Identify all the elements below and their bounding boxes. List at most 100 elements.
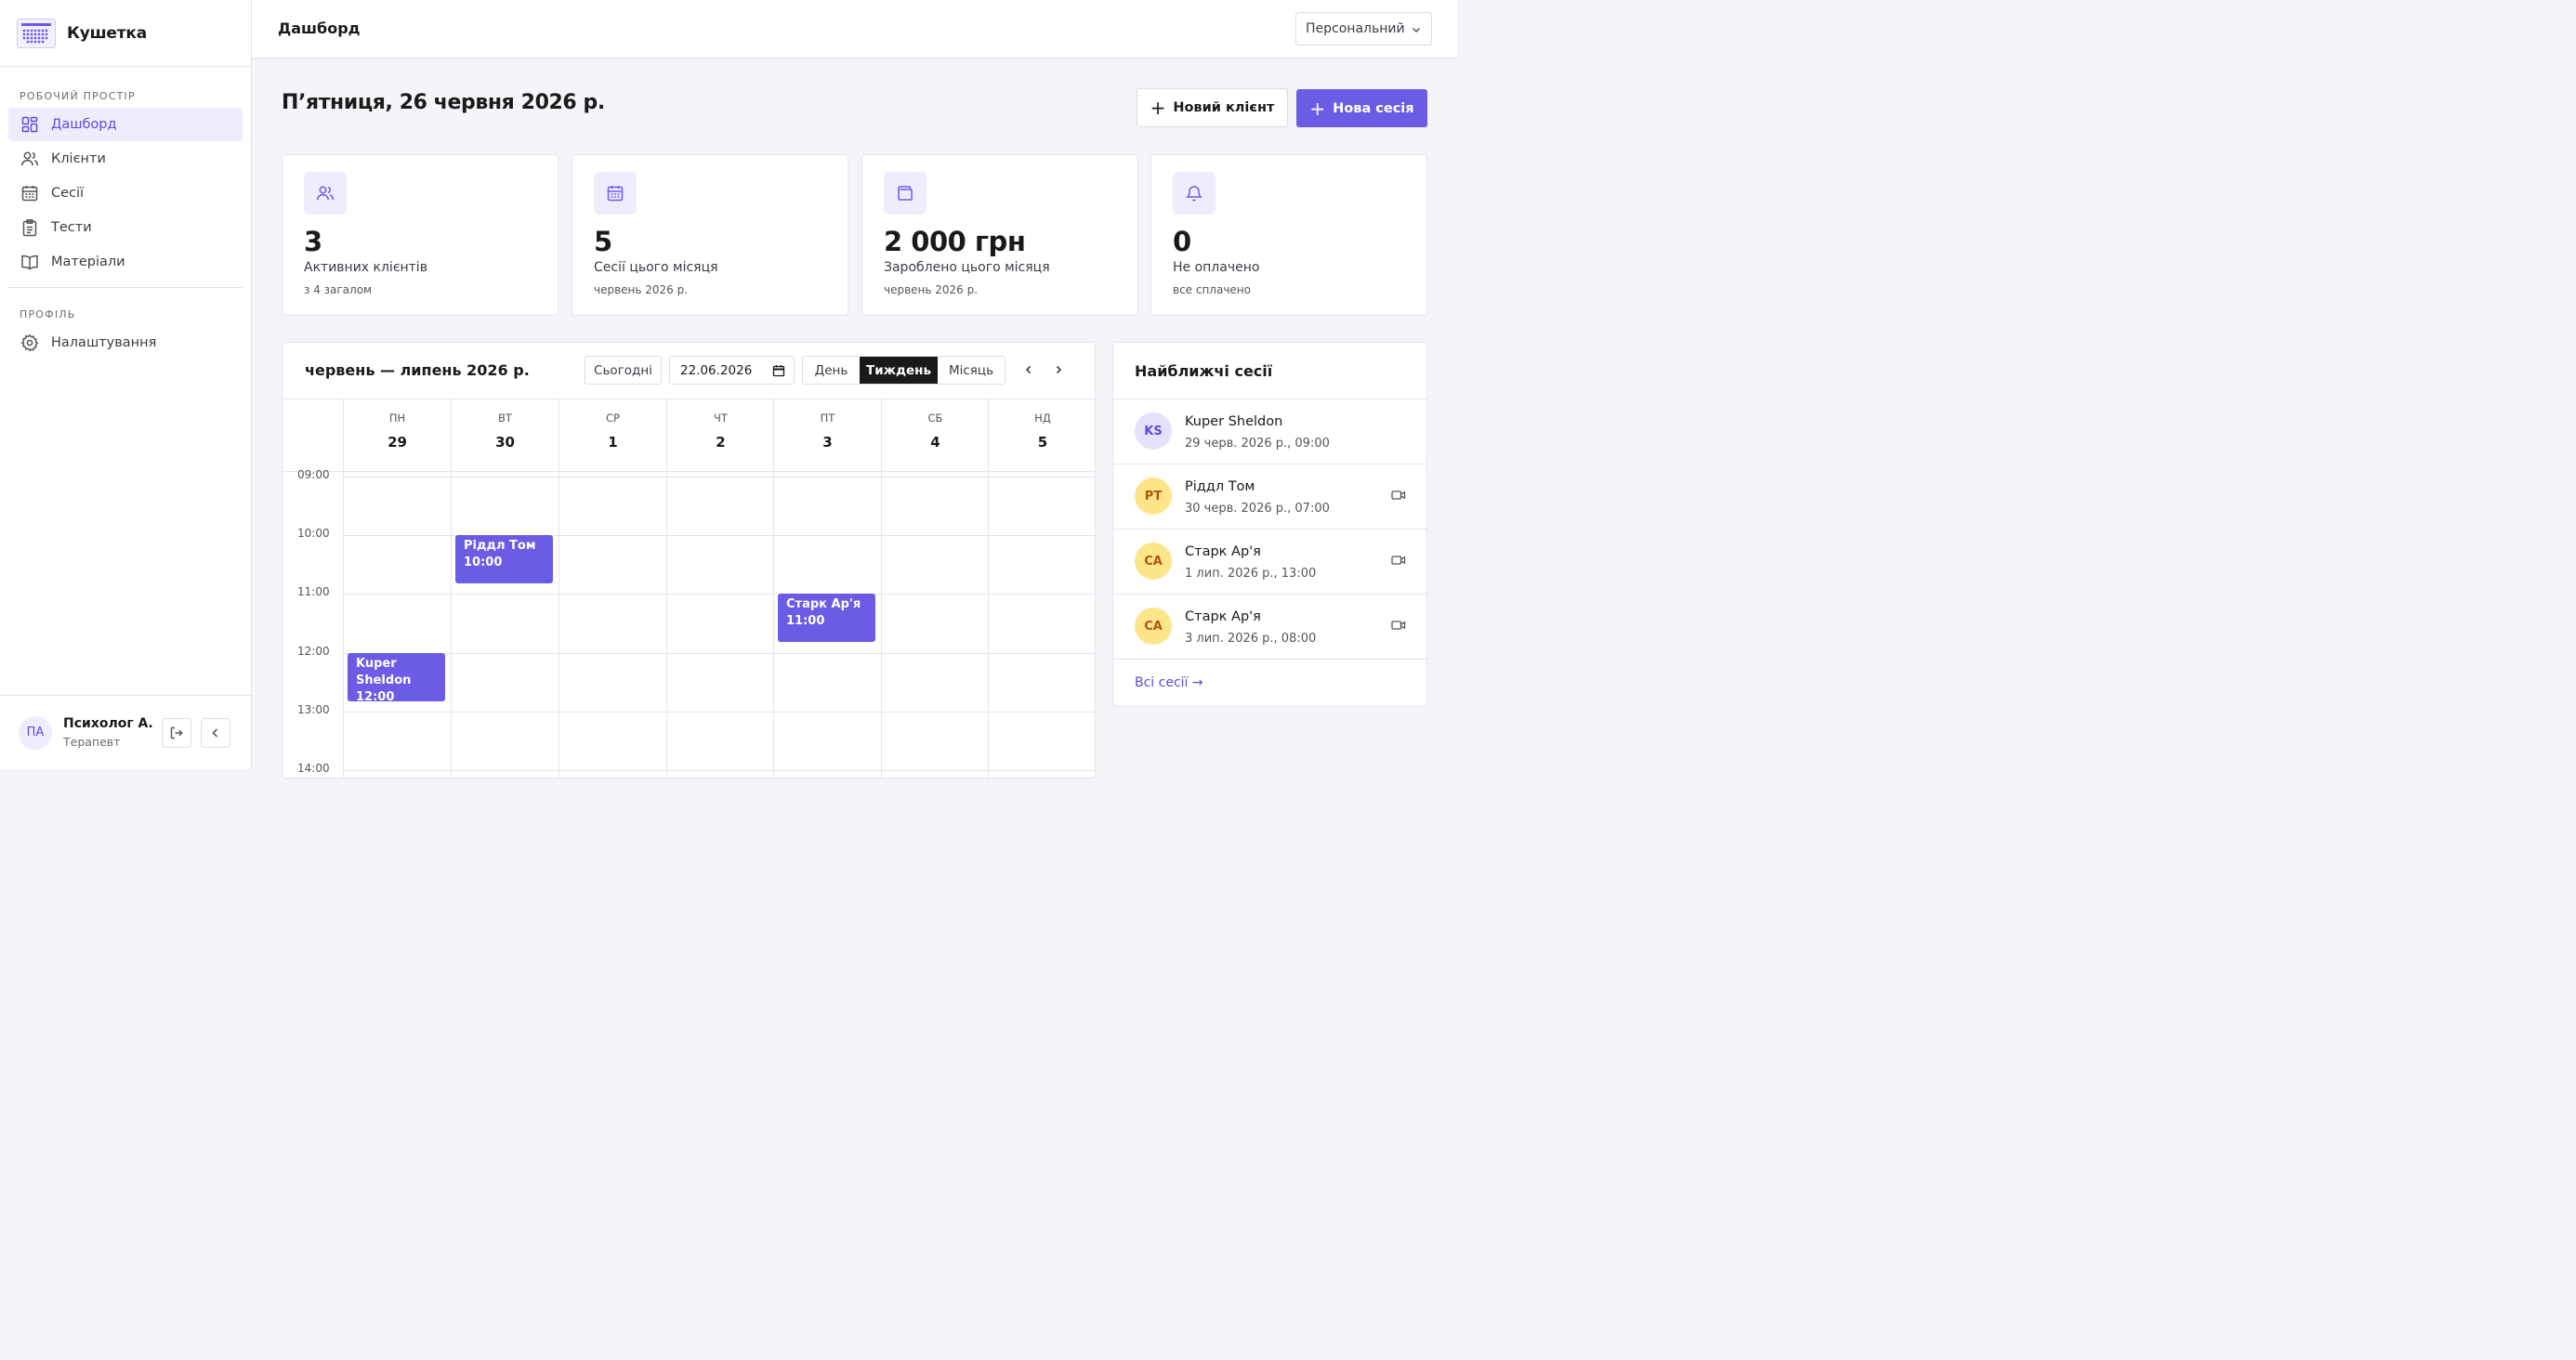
- stat-card-sessions: 5 Сесії цього місяця червень 2026 р.: [572, 154, 848, 316]
- sidebar-item-materials[interactable]: Матеріали: [8, 245, 243, 279]
- event-time: 10:00: [464, 556, 503, 569]
- avatar: KS: [1135, 412, 1172, 450]
- day-header-mon[interactable]: ПН 29: [343, 399, 451, 471]
- stat-card-active-clients: 3 Активних клієнтів з 4 загалом: [282, 154, 559, 316]
- sidebar-item-label: Сесії: [51, 186, 85, 201]
- calendar-icon: [594, 172, 637, 215]
- all-sessions-link[interactable]: Всі сесії →: [1135, 675, 1203, 690]
- upcoming-session-item[interactable]: СА Старк Ар'я 1 лип. 2026 р., 13:00: [1113, 529, 1426, 594]
- grid-line: [343, 712, 1095, 713]
- book-icon: [20, 253, 39, 271]
- date-picker[interactable]: 22.06.2026: [669, 356, 795, 385]
- view-day-button[interactable]: День: [803, 357, 860, 384]
- chevron-down-icon: [1411, 24, 1422, 35]
- day-header-thu[interactable]: ЧТ 2: [666, 399, 774, 471]
- stat-label: Сесії цього місяця: [594, 260, 718, 275]
- day-header-sat[interactable]: СБ 4: [881, 399, 989, 471]
- avatar: СА: [1135, 543, 1172, 580]
- next-week-button[interactable]: [1050, 361, 1067, 378]
- session-client-name: Ріддл Том: [1185, 479, 1255, 494]
- calendar-event[interactable]: Ріддл Том 10:00: [455, 535, 553, 583]
- new-client-button[interactable]: + Новий клієнт: [1137, 88, 1288, 127]
- stat-sub: все сплачено: [1173, 283, 1251, 296]
- grid-line: [343, 472, 344, 778]
- logout-button[interactable]: [162, 717, 191, 748]
- view-week-button[interactable]: Тиждень: [860, 357, 938, 384]
- stat-label: Активних клієнтів: [304, 260, 427, 275]
- calendar-grid[interactable]: 09:00 10:00 11:00 12:00 13:00 14:00 Рідд…: [283, 468, 1095, 778]
- grid-line: [343, 653, 1095, 654]
- sidebar-item-tests[interactable]: Тести: [8, 211, 243, 244]
- avatar: РТ: [1135, 477, 1172, 515]
- new-session-button[interactable]: + Нова сесія: [1296, 89, 1427, 127]
- user-name: Психолог А...: [63, 716, 152, 731]
- event-time: 12:00: [356, 690, 395, 701]
- day-name: ПН: [388, 412, 406, 425]
- sidebar-item-settings[interactable]: Налаштування: [8, 326, 243, 360]
- avatar[interactable]: ПА: [19, 715, 52, 750]
- stat-card-earned: 2 000 грн Зароблено цього місяця червень…: [861, 154, 1138, 316]
- sidebar-item-label: Налаштування: [51, 335, 157, 350]
- workspace-select-value: Персональний: [1306, 21, 1405, 36]
- grid-line: [451, 472, 452, 778]
- date-title: П’ятниця, 26 червня 2026 р.: [282, 91, 605, 114]
- upcoming-session-item[interactable]: СА Старк Ар'я 3 лип. 2026 р., 08:00: [1113, 594, 1426, 659]
- users-icon: [20, 150, 39, 168]
- stat-label: Не оплачено: [1173, 260, 1260, 275]
- upcoming-session-item[interactable]: РТ Ріддл Том 30 черв. 2026 р., 07:00: [1113, 464, 1426, 529]
- topbar: Дашборд Персональний: [252, 0, 1457, 59]
- stat-label: Зароблено цього місяця: [884, 260, 1050, 275]
- calendar-event[interactable]: Старк Ар'я 11:00: [778, 594, 875, 642]
- logout-icon: [169, 726, 184, 740]
- calendar: червень — липень 2026 р. Сьогодні 22.06.…: [282, 342, 1096, 778]
- day-header-tue[interactable]: ВТ 30: [451, 399, 559, 471]
- session-time: 1 лип. 2026 р., 13:00: [1185, 567, 1317, 581]
- users-icon: [304, 172, 347, 215]
- stat-card-unpaid: 0 Не оплачено все сплачено: [1150, 154, 1427, 316]
- time-label: 12:00: [297, 645, 330, 658]
- sidebar-item-dashboard[interactable]: Дашборд: [8, 108, 243, 141]
- prev-week-button[interactable]: [1020, 361, 1037, 378]
- gear-icon: [20, 333, 39, 352]
- calendar-icon[interactable]: [772, 364, 785, 377]
- day-number: 5: [1037, 434, 1048, 451]
- day-number: 4: [930, 434, 940, 451]
- collapse-sidebar-button[interactable]: [201, 717, 230, 748]
- user-role: Терапевт: [63, 735, 121, 749]
- divider: [1113, 659, 1426, 660]
- time-label: 13:00: [297, 703, 330, 716]
- day-header-sun[interactable]: НД 5: [988, 399, 1095, 471]
- sidebar-item-clients[interactable]: Клієнти: [8, 142, 243, 176]
- grid-line: [988, 472, 989, 778]
- date-picker-value: 22.06.2026: [680, 362, 753, 378]
- day-header-wed[interactable]: СР 1: [559, 399, 666, 471]
- grid-line: [773, 472, 774, 778]
- sidebar-item-label: Клієнти: [51, 151, 106, 166]
- day-name: ЧТ: [714, 412, 728, 425]
- calendar-event[interactable]: Kuper Sheldon 12:00: [348, 653, 445, 701]
- day-header-fri[interactable]: ПТ 3: [773, 399, 881, 471]
- sidebar: Кушетка РОБОЧИЙ ПРОСТІР Дашборд Клієнти …: [0, 0, 252, 769]
- grid-line: [666, 472, 667, 778]
- dashboard-icon: [20, 115, 39, 134]
- event-time: 11:00: [786, 614, 825, 628]
- sidebar-item-label: Тести: [51, 220, 92, 235]
- upcoming-title: Найближчі сесії: [1135, 362, 1273, 380]
- brand[interactable]: Кушетка: [0, 0, 251, 67]
- time-label: 09:00: [297, 468, 330, 481]
- session-client-name: Старк Ар'я: [1185, 609, 1261, 624]
- calendar-range: червень — липень 2026 р.: [305, 361, 530, 379]
- stat-value: 5: [594, 226, 612, 257]
- day-number: 30: [495, 434, 515, 451]
- sidebar-item-sessions[interactable]: Сесії: [8, 177, 243, 210]
- today-button[interactable]: Сьогодні: [585, 356, 662, 385]
- view-month-button[interactable]: Місяць: [938, 357, 1005, 384]
- day-name: ПТ: [820, 412, 835, 425]
- workspace-select[interactable]: Персональний: [1295, 12, 1432, 46]
- session-time: 3 лип. 2026 р., 08:00: [1185, 632, 1317, 646]
- upcoming-session-item[interactable]: KS Kuper Sheldon 29 черв. 2026 р., 09:00: [1113, 399, 1426, 464]
- time-label: 14:00: [297, 762, 330, 775]
- calendar-icon: [20, 184, 39, 203]
- stat-sub: червень 2026 р.: [594, 283, 689, 296]
- event-title: Ріддл Том: [464, 539, 536, 553]
